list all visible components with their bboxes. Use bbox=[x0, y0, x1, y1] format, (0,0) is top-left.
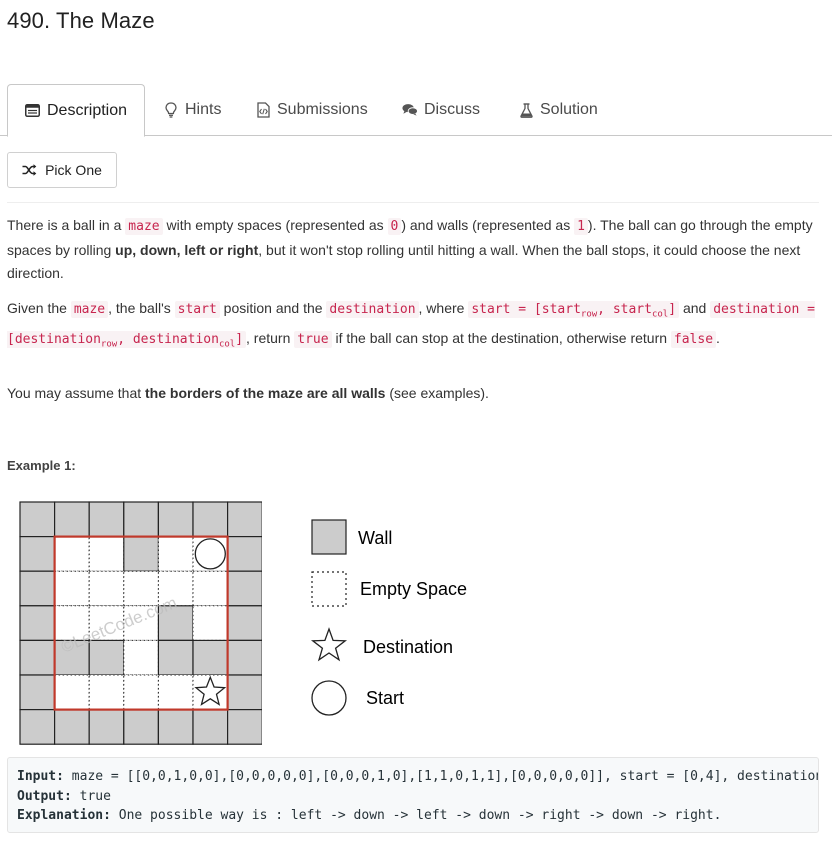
flask-icon bbox=[518, 102, 534, 118]
shuffle-icon bbox=[22, 164, 37, 176]
bold-directions: up, down, left or right bbox=[115, 241, 259, 258]
example-code-block: Input: maze = [[0,0,1,0,0],[0,0,0,0,0],[… bbox=[7, 757, 819, 833]
lightbulb-icon bbox=[163, 102, 179, 118]
input-line: Input: maze = [[0,0,1,0,0],[0,0,0,0,0],[… bbox=[17, 767, 818, 787]
output-label: Output: bbox=[17, 788, 72, 804]
description-icon bbox=[25, 103, 41, 119]
example-title: Example 1: bbox=[7, 458, 76, 473]
legend-start: Start bbox=[366, 688, 404, 708]
output-value: true bbox=[71, 788, 111, 804]
empty-swatch-icon bbox=[311, 571, 347, 607]
tab-label: Submissions bbox=[277, 101, 368, 118]
maze-wall-cell bbox=[157, 709, 194, 745]
maze-empty-cell bbox=[88, 570, 125, 607]
maze-wall-cell bbox=[192, 639, 229, 676]
code-maze: maze bbox=[70, 301, 109, 318]
maze-wall-cell bbox=[123, 501, 160, 538]
maze-wall-cell bbox=[19, 535, 56, 572]
tab-label: Solution bbox=[540, 101, 598, 118]
code-true: true bbox=[294, 331, 332, 349]
maze-wall-cell bbox=[19, 570, 56, 607]
code-false: false bbox=[670, 331, 717, 349]
description-paragraph-1: There is a ball in a maze with empty spa… bbox=[7, 217, 813, 281]
maze-empty-cell bbox=[54, 674, 90, 711]
maze-wall-cell bbox=[157, 501, 194, 538]
maze-wall-cell bbox=[157, 639, 194, 676]
maze-wall-cell bbox=[53, 501, 90, 538]
maze-empty-cell bbox=[157, 674, 194, 711]
wall-swatch-icon bbox=[311, 519, 347, 555]
tab-submissions[interactable]: Submissions bbox=[255, 84, 368, 136]
chat-bubbles-icon bbox=[402, 102, 418, 118]
maze-wall-cell bbox=[227, 674, 262, 711]
bold-borders: the borders of the maze are all walls bbox=[145, 385, 386, 401]
tab-description[interactable]: Description bbox=[7, 84, 145, 137]
code-destination: destination bbox=[326, 301, 419, 318]
tab-label: Discuss bbox=[424, 101, 481, 118]
legend-destination: Destination bbox=[363, 637, 453, 657]
maze-wall-cell bbox=[53, 709, 90, 745]
maze-legend: Wall Empty Space Destination Start bbox=[310, 519, 467, 716]
maze-wall-cell bbox=[19, 501, 56, 538]
legend-wall: Wall bbox=[358, 528, 392, 548]
maze-wall-cell bbox=[192, 501, 229, 538]
maze-empty-cell bbox=[54, 536, 90, 572]
maze-wall-cell bbox=[123, 535, 160, 572]
maze-empty-cell bbox=[157, 536, 194, 572]
code-one: 1 bbox=[574, 218, 588, 235]
code-start: start bbox=[174, 301, 220, 318]
code-zero: 0 bbox=[387, 218, 402, 235]
description-paragraph-2: Given the maze, the ball's start positio… bbox=[7, 300, 815, 350]
input-value: maze = [[0,0,1,0,0],[0,0,0,0,0],[0,0,0,1… bbox=[63, 769, 819, 784]
maze-empty-cell bbox=[88, 674, 125, 711]
tab-label: Description bbox=[46, 101, 128, 119]
maze-wall-cell bbox=[88, 501, 125, 538]
maze-wall-cell bbox=[227, 501, 262, 538]
maze-wall-cell bbox=[123, 709, 160, 745]
maze-empty-cell bbox=[123, 639, 159, 676]
maze-empty-cell bbox=[88, 536, 125, 572]
maze-wall-cell bbox=[19, 639, 56, 676]
input-label: Input: bbox=[17, 769, 64, 784]
legend-empty-space: Empty Space bbox=[360, 579, 467, 599]
code-start-definition: start = [startrow, startcol] bbox=[468, 301, 680, 320]
maze-empty-cell bbox=[123, 674, 159, 711]
description-paragraph-3: You may assume that the borders of the m… bbox=[7, 385, 489, 401]
explanation-line: Explanation: One possible way is : left … bbox=[17, 806, 818, 826]
maze-wall-cell bbox=[19, 674, 56, 711]
maze-empty-cell bbox=[54, 570, 90, 607]
start-legend-circle-icon bbox=[311, 680, 347, 716]
maze-wall-cell bbox=[227, 605, 262, 642]
tab-label: Hints bbox=[185, 101, 222, 118]
maze-wall-cell bbox=[88, 709, 125, 745]
destination-legend-star-icon bbox=[310, 627, 348, 662]
maze-diagram: ©LeetCode.com bbox=[19, 501, 262, 745]
maze-wall-cell bbox=[19, 605, 56, 642]
maze-empty-cell bbox=[192, 605, 229, 641]
pick-one-label: Pick One bbox=[45, 162, 102, 178]
start-circle-icon bbox=[194, 538, 226, 570]
divider bbox=[7, 202, 819, 203]
page-title: 490. The Maze bbox=[7, 8, 155, 33]
code-file-icon bbox=[255, 102, 271, 118]
explanation-label: Explanation: bbox=[17, 808, 111, 823]
maze-wall-cell bbox=[227, 639, 262, 676]
maze-wall-cell bbox=[192, 709, 229, 745]
tab-solution[interactable]: Solution bbox=[518, 84, 598, 136]
output-line: Output: true bbox=[17, 787, 818, 807]
maze-wall-cell bbox=[19, 709, 56, 745]
code-maze: maze bbox=[125, 218, 163, 235]
maze-wall-cell bbox=[88, 639, 125, 676]
maze-wall-cell bbox=[227, 709, 262, 745]
tab-bar: Description Hints Submissions Discuss So… bbox=[0, 84, 832, 137]
tab-hints[interactable]: Hints bbox=[163, 84, 221, 136]
explanation-value: One possible way is : left -> down -> le… bbox=[110, 808, 722, 823]
maze-empty-cell bbox=[192, 570, 229, 607]
pick-one-button[interactable]: Pick One bbox=[7, 152, 117, 188]
maze-wall-cell bbox=[227, 570, 262, 607]
maze-wall-cell bbox=[227, 535, 262, 572]
tab-discuss[interactable]: Discuss bbox=[402, 84, 480, 136]
